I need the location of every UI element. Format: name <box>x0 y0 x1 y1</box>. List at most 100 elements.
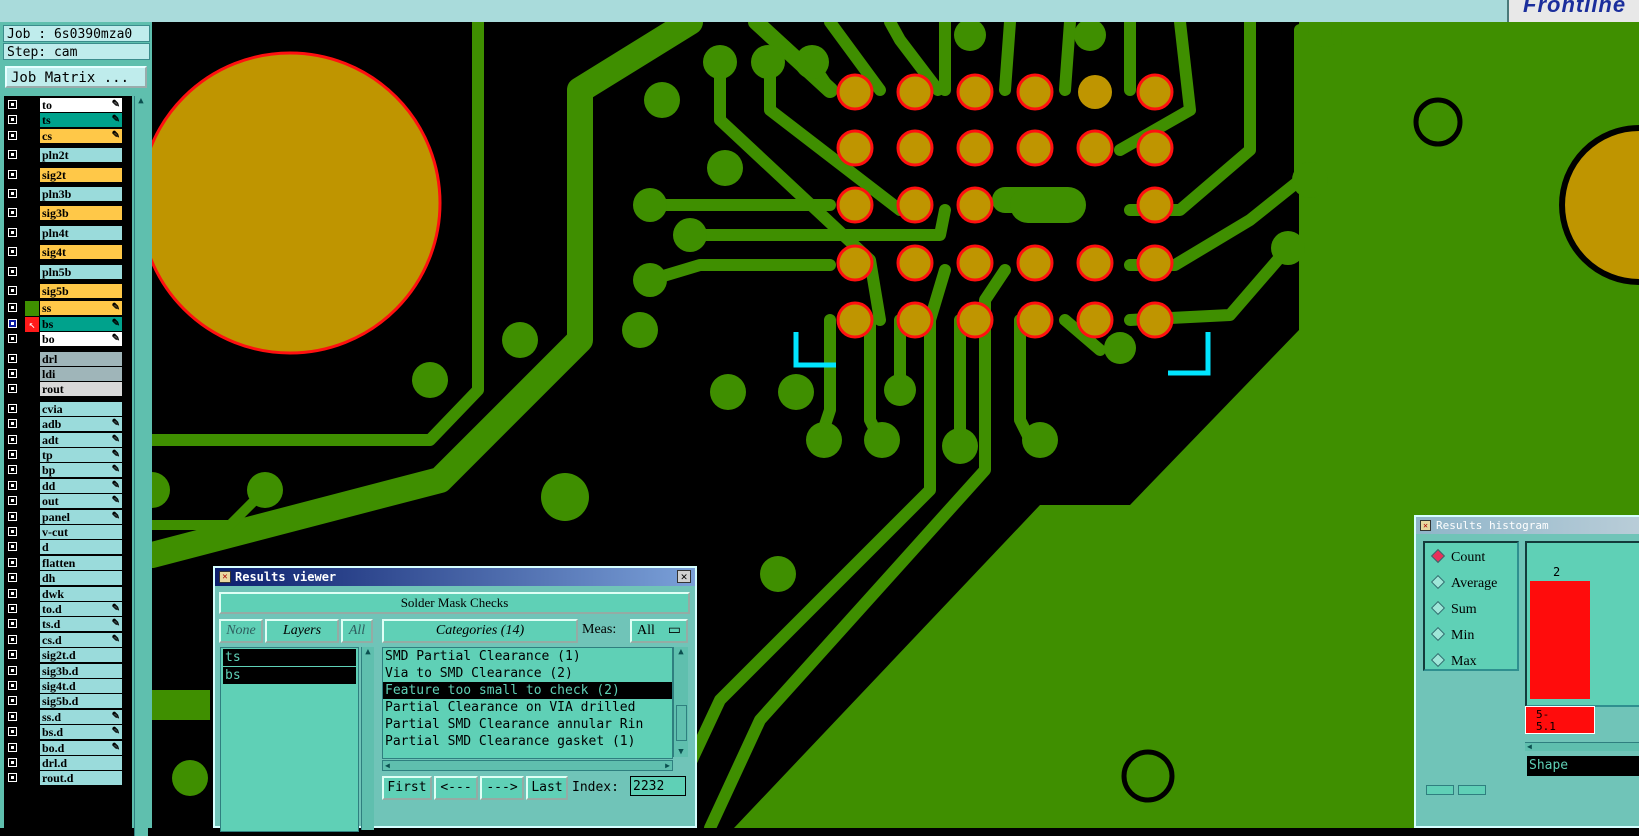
next-button[interactable]: ---> <box>480 776 524 800</box>
scroll-left-icon[interactable]: ◀ <box>385 761 390 770</box>
select-all-button[interactable]: All <box>341 619 373 643</box>
layer-row-ldi[interactable]: ldi <box>4 367 132 382</box>
layer-checkbox[interactable] <box>8 742 17 752</box>
layer-checkbox[interactable] <box>8 318 17 328</box>
window-menu-icon[interactable]: ✕ <box>219 571 231 583</box>
layer-list-scrollbar[interactable]: ▲ <box>361 647 374 830</box>
layer-row-sig3b[interactable]: sig3b <box>4 206 132 221</box>
layer-row-dwk[interactable]: dwk <box>4 586 132 602</box>
layer-row-cs[interactable]: cs ✎ <box>4 128 132 144</box>
layer-checkbox[interactable] <box>8 511 17 521</box>
layer-checkbox[interactable] <box>8 227 17 237</box>
layer-checkbox[interactable] <box>8 266 17 276</box>
layer-checkbox[interactable] <box>8 727 17 737</box>
layer-checkbox[interactable] <box>8 696 17 706</box>
layer-checkbox[interactable] <box>8 465 17 475</box>
radio-sum[interactable]: Sum <box>1429 599 1477 621</box>
layer-row-pln5b[interactable]: pln5b <box>4 264 132 280</box>
layer-row-sig4t.d[interactable]: sig4t.d <box>4 679 132 694</box>
job-matrix-button[interactable]: Job Matrix ... <box>5 66 147 88</box>
layer-checkbox[interactable] <box>8 758 17 767</box>
layer-row-drl.d[interactable]: drl.d <box>4 756 132 771</box>
layer-row-flatten[interactable]: flatten <box>4 555 132 571</box>
layer-checkbox[interactable] <box>8 189 17 198</box>
layer-checkbox[interactable] <box>8 773 17 783</box>
scroll-up-icon[interactable]: ▲ <box>362 647 374 657</box>
layer-row-ts.d[interactable]: ts.d ✎ <box>4 617 132 632</box>
layer-row-drl[interactable]: drl <box>4 351 132 367</box>
layer-checkbox[interactable] <box>8 115 17 125</box>
radio-max[interactable]: Max <box>1429 651 1477 673</box>
layer-row-panel[interactable]: panel ✎ <box>4 509 132 525</box>
layer-row-ts[interactable]: ts ✎ <box>4 113 132 128</box>
index-input[interactable] <box>630 776 686 796</box>
layer-checkbox[interactable] <box>8 557 17 567</box>
layer-row-tp[interactable]: tp ✎ <box>4 448 132 463</box>
layer-row-cs.d[interactable]: cs.d ✎ <box>4 632 132 648</box>
layer-checkbox[interactable] <box>8 208 17 218</box>
layer-checkbox[interactable] <box>8 353 17 363</box>
layer-row-bo.d[interactable]: bo.d ✎ <box>4 740 132 756</box>
layer-row-bp[interactable]: bp ✎ <box>4 463 132 478</box>
layer-row-sig3b.d[interactable]: sig3b.d <box>4 663 132 679</box>
layer-checkbox[interactable] <box>8 450 17 459</box>
layer-checkbox[interactable] <box>8 619 17 629</box>
layer-checkbox[interactable] <box>8 169 17 179</box>
layer-checkbox[interactable] <box>8 150 17 160</box>
histogram-titlebar[interactable]: ✕ Results histogram <box>1416 517 1639 534</box>
radio-count[interactable]: Count <box>1429 547 1485 569</box>
layer-checkbox[interactable] <box>8 419 17 429</box>
layer-checkbox[interactable] <box>8 573 17 583</box>
select-none-button[interactable]: None <box>219 619 263 643</box>
layer-row-pln2t[interactable]: pln2t <box>4 148 132 163</box>
layer-checkbox[interactable] <box>8 650 17 660</box>
layer-checkbox[interactable] <box>8 681 17 690</box>
result-layer-item[interactable]: bs <box>223 667 356 684</box>
layer-row-v-cut[interactable]: v-cut <box>4 525 132 540</box>
layer-row-d[interactable]: d <box>4 540 132 555</box>
first-button[interactable]: First <box>382 776 432 800</box>
layer-row-pln4t[interactable]: pln4t <box>4 225 132 241</box>
category-item[interactable]: Partial Clearance on VIA drilled <box>383 699 672 716</box>
layer-row-to[interactable]: to ✎ <box>4 98 132 113</box>
shape-field[interactable]: Shape <box>1527 756 1639 776</box>
layer-row-bo[interactable]: bo ✎ <box>4 332 132 347</box>
layer-checkbox[interactable] <box>8 496 17 506</box>
layer-checkbox[interactable] <box>8 403 17 413</box>
category-list-scrollbar[interactable]: ▲ ▼ <box>673 647 688 757</box>
category-list[interactable]: SMD Partial Clearance (1) Via to SMD Clea… <box>382 647 673 759</box>
layer-checkbox[interactable] <box>8 665 17 675</box>
layer-checkbox[interactable] <box>8 384 17 394</box>
category-item[interactable]: SMD Partial Clearance (1) <box>383 648 672 665</box>
last-button[interactable]: Last <box>526 776 568 800</box>
layer-checkbox[interactable] <box>8 130 17 140</box>
layer-checkbox[interactable] <box>8 369 17 378</box>
layer-checkbox[interactable] <box>8 604 17 613</box>
layer-checkbox[interactable] <box>8 711 17 721</box>
prev-button[interactable]: <--- <box>434 776 478 800</box>
meas-select[interactable]: All ▭ <box>630 619 688 643</box>
radio-min[interactable]: Min <box>1429 625 1474 647</box>
category-item[interactable]: Via to SMD Clearance (2) <box>383 665 672 682</box>
layer-list-scrollbar[interactable]: ▲ <box>134 96 148 836</box>
layer-checkbox[interactable] <box>8 286 17 295</box>
layer-row-out[interactable]: out ✎ <box>4 494 132 509</box>
layer-row-pln3b[interactable]: pln3b <box>4 187 132 202</box>
close-icon[interactable]: ✕ <box>677 570 691 583</box>
layer-row-sig2t.d[interactable]: sig2t.d <box>4 648 132 663</box>
layer-checkbox[interactable] <box>8 334 17 344</box>
layer-row-bs.d[interactable]: bs.d ✎ <box>4 725 132 740</box>
layer-row-sig4t[interactable]: sig4t <box>4 245 132 260</box>
layer-row-adt[interactable]: adt ✎ <box>4 432 132 448</box>
layer-row-ss[interactable]: ss ✎ <box>4 301 132 317</box>
layer-row-dh[interactable]: dh <box>4 571 132 586</box>
results-viewer-titlebar[interactable]: ✕ Results viewer ✕ <box>215 568 695 586</box>
layer-checkbox[interactable] <box>8 303 17 313</box>
scroll-left-icon[interactable]: ◀ <box>1525 743 1639 751</box>
layer-result-list[interactable]: ts bs <box>220 647 359 832</box>
category-item[interactable]: Feature too small to check (2) <box>383 682 672 699</box>
layer-checkbox[interactable] <box>8 480 17 490</box>
layer-checkbox[interactable] <box>8 542 17 552</box>
scroll-right-icon[interactable]: ▶ <box>665 761 670 770</box>
window-menu-icon[interactable]: ✕ <box>1420 520 1431 531</box>
